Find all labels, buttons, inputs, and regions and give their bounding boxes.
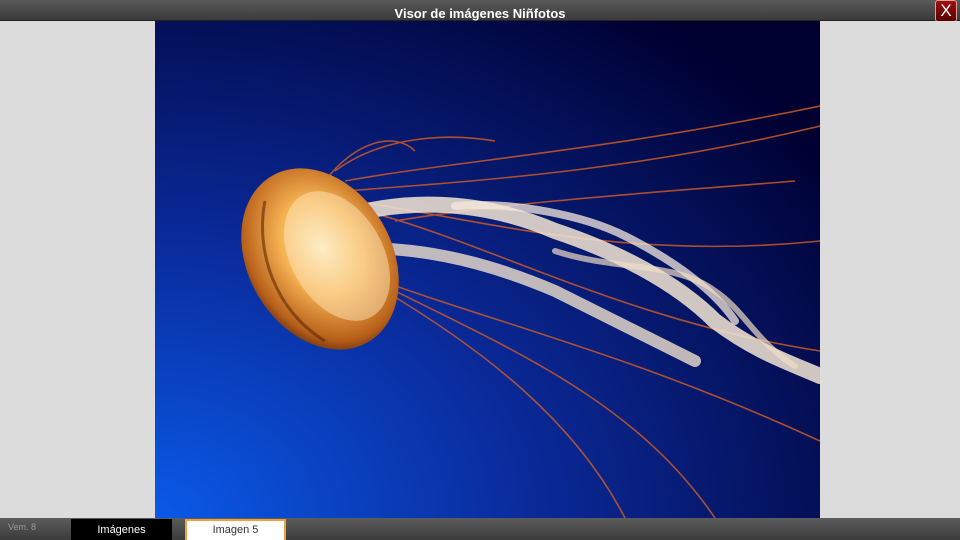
title-bar: Visor de imágenes Niñfotos X: [0, 0, 960, 22]
tab-images[interactable]: Imágenes: [71, 519, 172, 540]
jellyfish-photo: [155, 21, 820, 518]
photo-canvas: [155, 21, 820, 518]
close-button[interactable]: X: [935, 0, 957, 22]
image-viewer-area: [0, 21, 960, 518]
version-label: Vem. 8: [8, 522, 37, 532]
bottom-bar: Vem. 8 Imágenes Imagen 5: [0, 518, 960, 540]
tab-current-image[interactable]: Imagen 5: [185, 519, 286, 540]
viewer-window: Visor de imágenes Niñfotos X Vem. 8 Imág…: [0, 0, 960, 540]
window-title: Visor de imágenes Niñfotos: [394, 6, 566, 21]
